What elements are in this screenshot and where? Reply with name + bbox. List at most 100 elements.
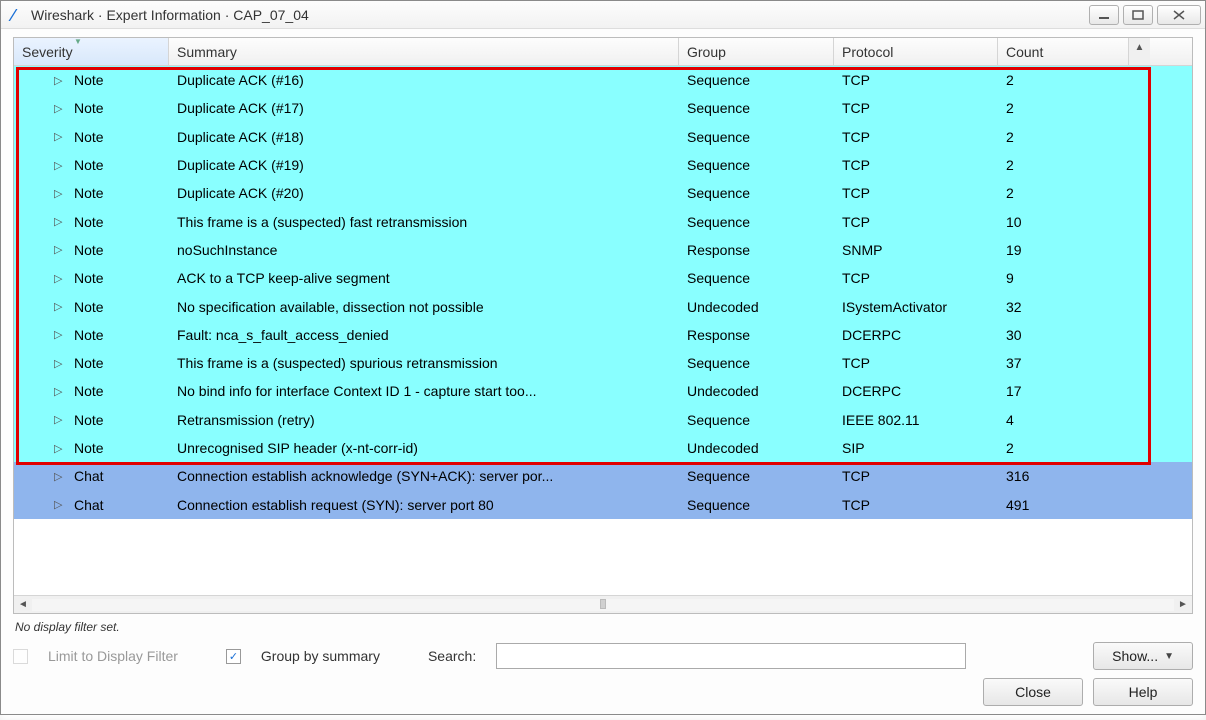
- expand-icon[interactable]: ▷: [54, 272, 66, 285]
- limit-filter-label: Limit to Display Filter: [48, 648, 178, 664]
- expand-icon[interactable]: ▷: [54, 413, 66, 426]
- cell-protocol: SIP: [834, 440, 998, 456]
- cell-summary: Duplicate ACK (#16): [169, 72, 679, 88]
- cell-protocol: TCP: [834, 185, 998, 201]
- close-window-button[interactable]: [1157, 5, 1201, 25]
- cell-summary: Unrecognised SIP header (x-nt-corr-id): [169, 440, 679, 456]
- expand-icon[interactable]: ▷: [54, 328, 66, 341]
- expand-icon[interactable]: ▷: [54, 498, 66, 511]
- cell-protocol: DCERPC: [834, 327, 998, 343]
- table-row[interactable]: ▷NoteDuplicate ACK (#18)SequenceTCP2: [14, 123, 1192, 151]
- cell-count: 30: [998, 327, 1128, 343]
- table-row[interactable]: ▷NoteNo specification available, dissect…: [14, 292, 1192, 320]
- cell-group: Response: [679, 327, 834, 343]
- table-row[interactable]: ▷NotenoSuchInstanceResponseSNMP19: [14, 236, 1192, 264]
- dialog-buttons: Close Help: [13, 678, 1193, 706]
- window-title: Wireshark · Expert Information · CAP_07_…: [31, 7, 1089, 23]
- cell-severity: Note: [74, 242, 104, 258]
- vertical-scrollbar[interactable]: ▲: [1128, 38, 1150, 65]
- scroll-left-arrow-icon[interactable]: ◄: [14, 599, 32, 610]
- expand-icon[interactable]: ▷: [54, 385, 66, 398]
- cell-group: Sequence: [679, 100, 834, 116]
- table-row[interactable]: ▷NoteDuplicate ACK (#19)SequenceTCP2: [14, 151, 1192, 179]
- cell-severity: Note: [74, 299, 104, 315]
- cell-count: 9: [998, 270, 1128, 286]
- table-row[interactable]: ▷NoteThis frame is a (suspected) fast re…: [14, 207, 1192, 235]
- table-row[interactable]: ▷NoteDuplicate ACK (#20)SequenceTCP2: [14, 179, 1192, 207]
- table-row[interactable]: ▷ Note Duplicate ACK (#17)SequenceTCP2: [14, 94, 1192, 122]
- cell-summary: Duplicate ACK (#18): [169, 129, 679, 145]
- cell-protocol: TCP: [834, 72, 998, 88]
- cell-group: Sequence: [679, 497, 834, 513]
- search-input[interactable]: [496, 643, 966, 669]
- group-by-summary-checkbox[interactable]: ✓: [226, 649, 241, 664]
- column-summary[interactable]: Summary: [169, 38, 679, 65]
- table-row[interactable]: ▷NoteDuplicate ACK (#16)SequenceTCP2: [14, 66, 1192, 94]
- cell-protocol: ISystemActivator: [834, 299, 998, 315]
- show-button[interactable]: Show... ▼: [1093, 642, 1193, 670]
- cell-count: 10: [998, 214, 1128, 230]
- minimize-button[interactable]: [1089, 5, 1119, 25]
- expand-icon[interactable]: ▷: [54, 159, 66, 172]
- cell-severity: Chat: [74, 497, 104, 513]
- expand-icon[interactable]: ▷: [54, 102, 66, 115]
- cell-count: 316: [998, 468, 1128, 484]
- table-header: ▼ Severity Summary Group Protocol Count …: [14, 38, 1192, 66]
- expand-icon[interactable]: ▷: [54, 357, 66, 370]
- expert-info-table: ▼ Severity Summary Group Protocol Count …: [13, 37, 1193, 614]
- cell-severity: Note: [74, 100, 104, 116]
- cell-summary: Duplicate ACK (#19): [169, 157, 679, 173]
- cell-summary: Duplicate ACK (#17): [169, 100, 679, 116]
- column-count[interactable]: Count: [998, 38, 1128, 65]
- expand-icon[interactable]: ▷: [54, 187, 66, 200]
- table-row[interactable]: ▷ Note Unrecognised SIP header (x-nt-corr-…: [14, 434, 1192, 462]
- cell-summary: Connection establish acknowledge (SYN+AC…: [169, 468, 679, 484]
- column-severity[interactable]: ▼ Severity: [14, 38, 169, 65]
- expand-icon[interactable]: ▷: [54, 74, 66, 87]
- expand-icon[interactable]: ▷: [54, 243, 66, 256]
- expand-icon[interactable]: ▷: [54, 130, 66, 143]
- cell-group: Sequence: [679, 468, 834, 484]
- table-row[interactable]: ▷ChatConnection establish request (SYN):…: [14, 490, 1192, 518]
- sort-indicator-icon: ▼: [74, 37, 104, 41]
- cell-protocol: TCP: [834, 129, 998, 145]
- table-row[interactable]: ▷ Note No bind info for interface Context …: [14, 377, 1192, 405]
- table-row[interactable]: ▷ChatConnection establish acknowledge (S…: [14, 462, 1192, 490]
- expand-icon[interactable]: ▷: [54, 470, 66, 483]
- table-row[interactable]: ▷NoteRetransmission (retry)SequenceIEEE …: [14, 406, 1192, 434]
- column-group[interactable]: Group: [679, 38, 834, 65]
- column-protocol[interactable]: Protocol: [834, 38, 998, 65]
- horizontal-scrollbar[interactable]: ◄ ►: [14, 595, 1192, 613]
- cell-group: Undecoded: [679, 383, 834, 399]
- cell-summary: No bind info for interface Context ID 1 …: [169, 383, 679, 399]
- scroll-right-arrow-icon[interactable]: ►: [1174, 599, 1192, 610]
- cell-protocol: IEEE 802.11: [834, 412, 998, 428]
- table-body: ▷NoteDuplicate ACK (#16)SequenceTCP2▷Not…: [14, 66, 1192, 595]
- cell-summary: ACK to a TCP keep-alive segment: [169, 270, 679, 286]
- cell-count: 4: [998, 412, 1128, 428]
- expand-icon[interactable]: ▷: [54, 215, 66, 228]
- cell-summary: This frame is a (suspected) fast retrans…: [169, 214, 679, 230]
- cell-severity: Note: [74, 157, 104, 173]
- maximize-button[interactable]: [1123, 5, 1153, 25]
- cell-protocol: TCP: [834, 270, 998, 286]
- expand-icon[interactable]: ▷: [54, 442, 66, 455]
- cell-protocol: TCP: [834, 497, 998, 513]
- cell-protocol: TCP: [834, 157, 998, 173]
- cell-count: 2: [998, 100, 1128, 116]
- title-bar[interactable]: Wireshark · Expert Information · CAP_07_…: [1, 1, 1205, 29]
- expand-icon[interactable]: ▷: [54, 300, 66, 313]
- cell-severity: Note: [74, 440, 104, 456]
- close-button[interactable]: Close: [983, 678, 1083, 706]
- limit-filter-checkbox[interactable]: [13, 649, 28, 664]
- table-row[interactable]: ▷NoteFault: nca_s_fault_access_deniedRes…: [14, 321, 1192, 349]
- scroll-up-arrow-icon[interactable]: ▲: [1135, 38, 1145, 56]
- cell-severity: Note: [74, 383, 104, 399]
- scroll-thumb[interactable]: [600, 599, 606, 609]
- cell-protocol: TCP: [834, 100, 998, 116]
- table-row[interactable]: ▷NoteACK to a TCP keep-alive segmentSequ…: [14, 264, 1192, 292]
- table-row[interactable]: ▷NoteThis frame is a (suspected) spuriou…: [14, 349, 1192, 377]
- wireshark-icon: [7, 6, 25, 24]
- help-button[interactable]: Help: [1093, 678, 1193, 706]
- cell-group: Sequence: [679, 412, 834, 428]
